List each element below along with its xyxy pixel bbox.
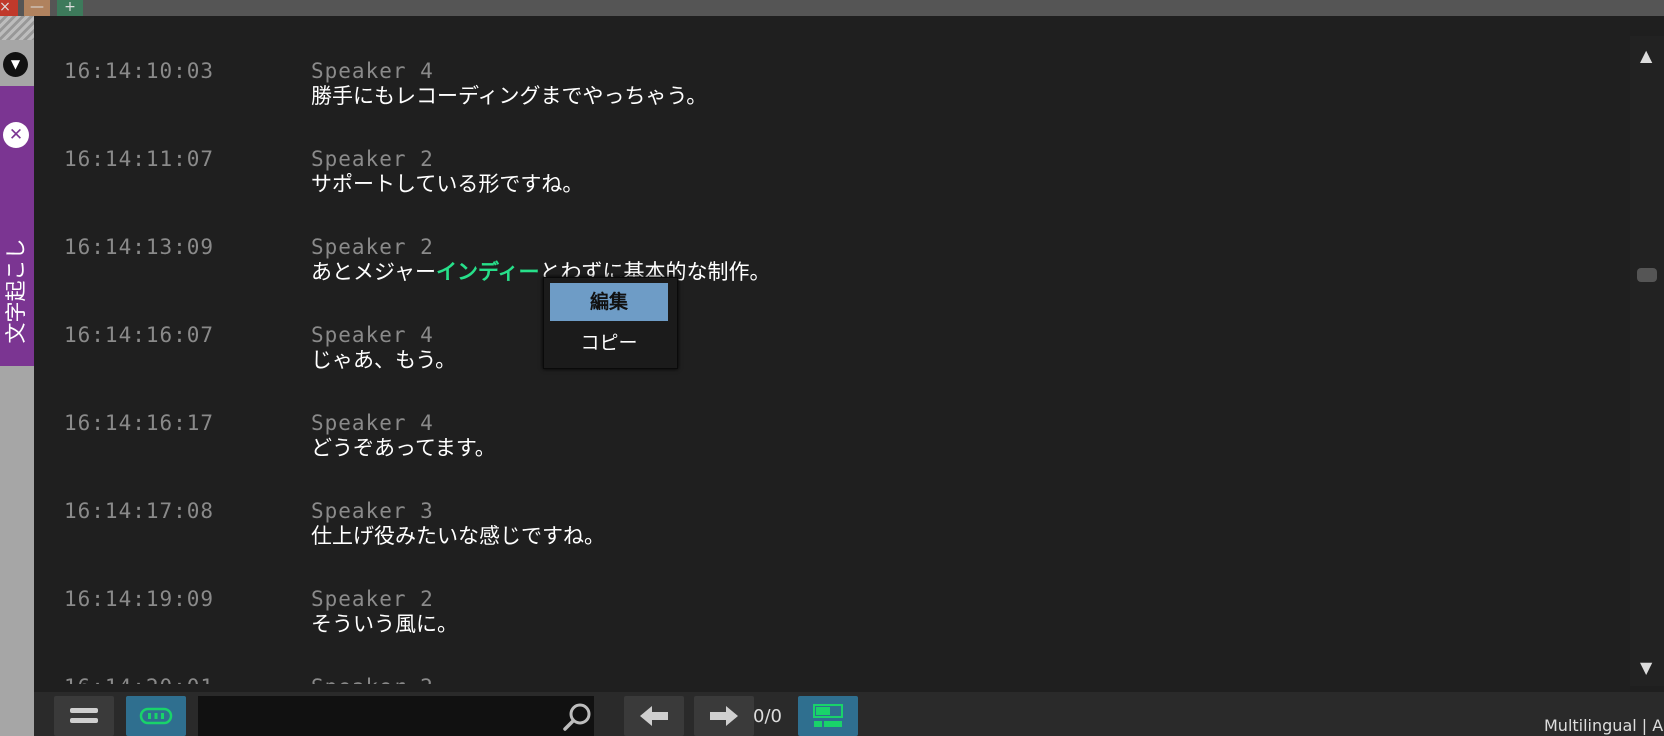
timecode: 16:14:10:03 — [64, 59, 215, 83]
tab-transcription[interactable]: ✕ 文字起こし — [0, 86, 34, 366]
scrollbar-thumb[interactable] — [1637, 268, 1657, 282]
timecode: 16:14:13:09 — [64, 235, 215, 259]
next-match-button[interactable] — [694, 696, 754, 736]
arrow-left-icon — [640, 706, 668, 726]
sidebar: ▼ ✕ 文字起こし — [0, 16, 34, 736]
arrow-right-icon — [710, 706, 738, 726]
transcript-entry[interactable]: 16:14:11:07 Speaker 2 サポートしている形ですね。 — [34, 104, 1534, 196]
window-minimize-button[interactable]: — — [24, 0, 50, 16]
scroll-down-icon[interactable]: ▼ — [1640, 658, 1652, 677]
bottom-toolbar: 0/0 Multilingual | A1 — [34, 692, 1664, 736]
search-icon[interactable] — [561, 702, 593, 732]
loop-icon — [139, 707, 173, 725]
scroll-up-icon[interactable]: ▲ — [1640, 46, 1652, 65]
transcript-list[interactable]: 16:14:10:03 Speaker 4 勝手にもレコーディングまでやっちゃう… — [34, 16, 1630, 684]
transcript-entry[interactable]: 16:14:10:03 Speaker 4 勝手にもレコーディングまでやっちゃう… — [34, 16, 1534, 108]
transcript-entry[interactable]: 16:14:16:17 Speaker 4 どうぞあってます。 — [34, 368, 1534, 460]
sidebar-grip[interactable] — [0, 16, 34, 40]
layout-toggle-button[interactable] — [798, 696, 858, 736]
window-maximize-button[interactable]: + — [57, 0, 83, 16]
transcript-entry[interactable]: 16:14:13:09 Speaker 2 あとメジャーインディーとわずに基本的… — [34, 192, 1534, 284]
previous-match-button[interactable] — [624, 696, 684, 736]
menu-item-copy[interactable]: コピー — [550, 324, 668, 362]
transcript-entry[interactable]: 16:14:19:09 Speaker 2 そういう風に。 — [34, 544, 1534, 636]
timecode: 16:14:16:17 — [64, 411, 215, 435]
panel-dropdown-icon[interactable]: ▼ — [3, 52, 28, 77]
tab-close-icon[interactable]: ✕ — [3, 122, 29, 148]
window-close-button[interactable]: × — [0, 0, 18, 16]
timecode: 16:14:17:08 — [64, 499, 215, 523]
transcript-entry[interactable]: 16:14:17:08 Speaker 3 仕上げ役みたいな感じですね。 — [34, 456, 1534, 548]
context-menu: 編集 コピー — [543, 277, 678, 369]
menu-button[interactable] — [54, 696, 114, 736]
match-counter: 0/0 — [753, 706, 782, 727]
speaker-label: Speaker 2 — [311, 675, 434, 684]
layout-icon — [813, 704, 843, 727]
search-input[interactable] — [198, 696, 594, 736]
tab-label: 文字起こし — [4, 238, 28, 344]
loop-button[interactable] — [126, 696, 186, 736]
vertical-scrollbar[interactable]: ▲ ▼ — [1630, 36, 1664, 686]
timecode: 16:14:11:07 — [64, 147, 215, 171]
transcript-entry[interactable]: 16:14:16:07 Speaker 4 じゃあ、もう。 — [34, 280, 1534, 372]
timecode: 16:14:20:01 — [64, 675, 214, 684]
status-text: Multilingual | A1 — [1544, 716, 1664, 735]
timecode: 16:14:16:07 — [64, 323, 215, 347]
transcript-entry[interactable]: 16:14:20:01 Speaker 2 — [34, 632, 1534, 684]
menu-item-edit[interactable]: 編集 — [550, 283, 668, 321]
timecode: 16:14:19:09 — [64, 587, 215, 611]
hamburger-icon — [70, 708, 98, 723]
window-title-bar: × — + — [0, 0, 1664, 16]
